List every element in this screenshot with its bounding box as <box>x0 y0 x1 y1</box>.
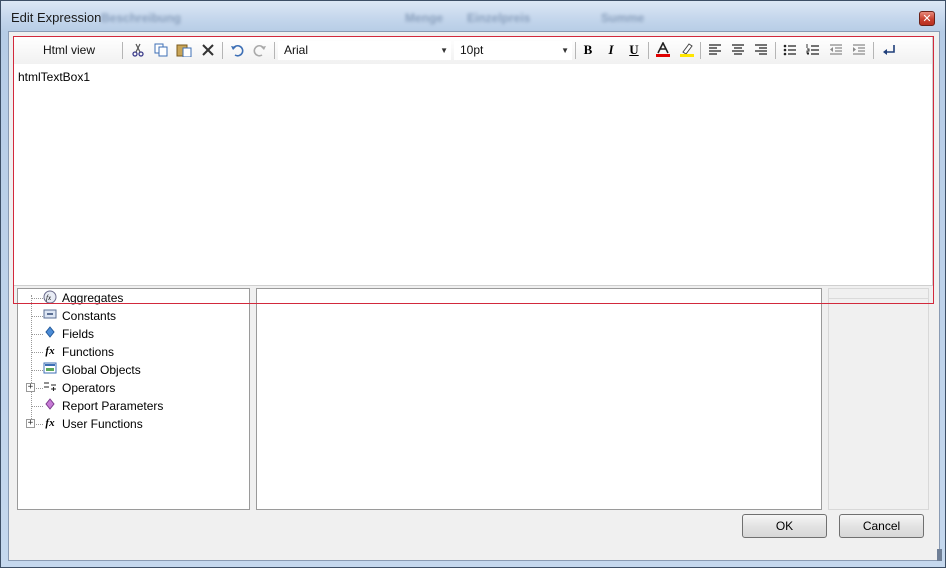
highlight-icon[interactable] <box>678 41 696 59</box>
editor-toolbar: Html view Arial ▼ 10pt ▼ B I U <box>14 37 932 64</box>
chevron-down-icon[interactable]: ▼ <box>440 41 448 60</box>
align-left-icon[interactable] <box>706 41 724 59</box>
items-list-pane[interactable] <box>256 288 822 510</box>
font-size-value: 10pt <box>460 43 484 57</box>
toolbar-separator <box>575 42 576 59</box>
description-pane <box>828 288 929 510</box>
constants-icon <box>43 308 57 322</box>
operators-icon <box>43 380 57 394</box>
tree-item-label: Global Objects <box>62 363 141 377</box>
toolbar-separator <box>222 42 223 59</box>
user-functions-fx-icon: fx <box>45 417 55 429</box>
indent-icon[interactable] <box>850 41 868 59</box>
toolbar-separator <box>648 42 649 59</box>
toolbar-separator <box>274 42 275 59</box>
title-bar[interactable]: Edit Expression Beschreibung Menge Einze… <box>1 1 945 31</box>
window-edge <box>937 549 942 561</box>
font-family-value: Arial <box>284 43 309 57</box>
tree-item-global-objects[interactable]: Global Objects <box>18 361 248 379</box>
aggregate-fx-icon: fx <box>43 290 57 304</box>
paste-icon[interactable] <box>175 41 193 59</box>
background-header-ghost: Einzelpreis <box>467 11 531 25</box>
background-header-ghost: Beschreibung <box>101 11 182 25</box>
tree-item-constants[interactable]: Constants <box>18 307 248 325</box>
background-header-ghost: Summe <box>601 11 645 25</box>
underline-icon[interactable]: U <box>625 41 643 59</box>
italic-icon[interactable]: I <box>602 41 620 59</box>
tree-item-fields[interactable]: Fields <box>18 325 248 343</box>
chevron-down-icon[interactable]: ▼ <box>561 41 569 60</box>
tree-item-label: Functions <box>62 345 115 359</box>
numbered-list-icon[interactable] <box>804 41 822 59</box>
align-right-icon[interactable] <box>752 41 770 59</box>
redo-icon[interactable] <box>251 41 269 59</box>
outdent-icon[interactable] <box>827 41 845 59</box>
edit-expression-dialog: Edit Expression Beschreibung Menge Einze… <box>0 0 946 568</box>
fields-icon <box>43 326 57 340</box>
delete-icon[interactable] <box>199 41 217 59</box>
html-view-button[interactable]: Html view <box>38 41 100 59</box>
tree-item-functions[interactable]: fx Functions <box>18 343 248 361</box>
tree-item-label: Operators <box>62 381 116 395</box>
cut-icon[interactable] <box>129 41 147 59</box>
html-editor[interactable]: Html view Arial ▼ 10pt ▼ B I U htmlTextB… <box>13 36 933 286</box>
tree-item-aggregates[interactable]: fx Aggregates <box>18 289 248 307</box>
toolbar-separator <box>873 42 874 59</box>
font-family-select[interactable]: Arial ▼ <box>278 41 451 60</box>
background-header-ghost: Menge <box>405 11 444 25</box>
expression-category-tree[interactable]: fx Aggregates Constants Fields fx Functi… <box>17 288 250 510</box>
toolbar-separator <box>775 42 776 59</box>
tree-item-operators[interactable]: + Operators <box>18 379 248 397</box>
dialog-client-area: Html view Arial ▼ 10pt ▼ B I U htmlTextB… <box>8 31 940 561</box>
dialog-title: Edit Expression <box>11 10 102 25</box>
bold-icon[interactable]: B <box>579 41 597 59</box>
tree-item-label: Fields <box>62 327 95 341</box>
tree-item-label: Aggregates <box>62 291 124 305</box>
toolbar-separator <box>122 42 123 59</box>
expand-icon[interactable]: + <box>26 383 35 392</box>
tree-item-label: User Functions <box>62 417 143 431</box>
undo-icon[interactable] <box>228 41 246 59</box>
cancel-button[interactable]: Cancel <box>839 514 924 538</box>
line-break-icon[interactable] <box>880 41 898 59</box>
bullet-list-icon[interactable] <box>781 41 799 59</box>
svg-text:fx: fx <box>46 294 52 302</box>
tree-item-label: Report Parameters <box>62 399 164 413</box>
tree-item-label: Constants <box>62 309 117 323</box>
description-header <box>829 289 928 299</box>
align-center-icon[interactable] <box>729 41 747 59</box>
tree-item-report-parameters[interactable]: Report Parameters <box>18 397 248 415</box>
font-size-select[interactable]: 10pt ▼ <box>454 41 572 60</box>
expand-icon[interactable]: + <box>26 419 35 428</box>
font-color-icon[interactable] <box>654 41 672 59</box>
tree-item-user-functions[interactable]: + fx User Functions <box>18 415 248 433</box>
toolbar-separator <box>700 42 701 59</box>
report-parameters-icon <box>43 398 57 412</box>
copy-icon[interactable] <box>152 41 170 59</box>
global-objects-icon <box>43 362 57 376</box>
function-fx-icon: fx <box>45 345 55 357</box>
close-button[interactable]: ✕ <box>919 11 935 26</box>
ok-button[interactable]: OK <box>742 514 827 538</box>
editor-content: htmlTextBox1 <box>18 70 91 84</box>
